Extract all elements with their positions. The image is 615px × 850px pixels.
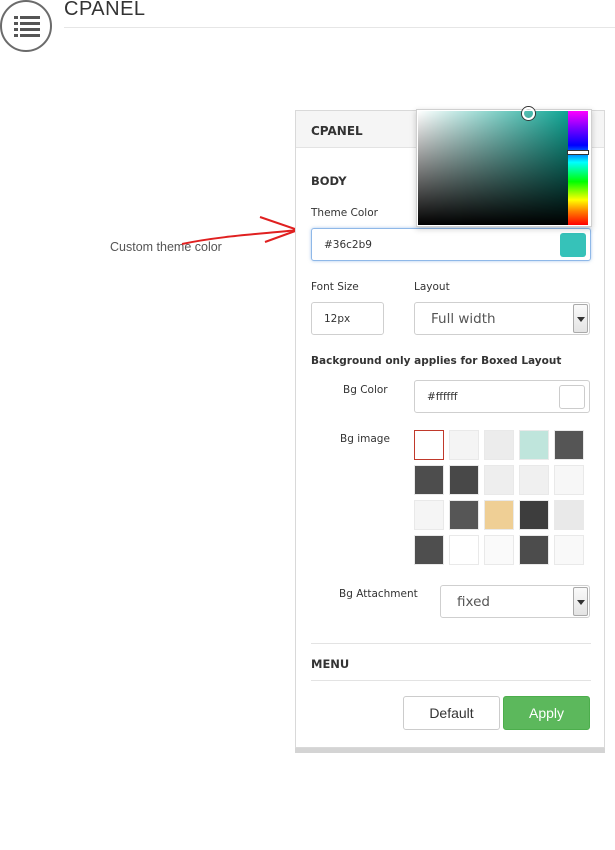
theme-color-input[interactable]: #36c2b9	[311, 228, 591, 261]
chevron-down-icon[interactable]	[573, 304, 588, 333]
theme-color-swatch[interactable]	[560, 233, 586, 257]
bg-image-tile[interactable]	[554, 500, 584, 530]
bg-image-tile[interactable]	[449, 465, 479, 495]
font-size-input[interactable]: 12px	[311, 302, 384, 335]
hue-marker[interactable]	[567, 150, 589, 155]
body-heading: BODY	[311, 174, 347, 188]
layout-label: Layout	[414, 281, 450, 293]
theme-color-value: #36c2b9	[324, 238, 372, 251]
theme-color-label: Theme Color	[311, 207, 378, 219]
arrow-annotation-icon	[181, 216, 302, 245]
bg-image-tile[interactable]	[414, 430, 444, 460]
hue-slider[interactable]	[567, 111, 589, 225]
bg-image-tile[interactable]	[519, 535, 549, 565]
saturation-value-area[interactable]	[418, 107, 568, 225]
bg-image-tile[interactable]	[414, 500, 444, 530]
menu-heading[interactable]: MENU	[311, 657, 349, 671]
chevron-down-icon[interactable]	[573, 587, 588, 616]
color-handle[interactable]	[522, 107, 535, 120]
bg-color-label: Bg Color	[343, 384, 388, 396]
bg-attachment-label: Bg Attachment	[339, 588, 418, 600]
page-title: CPANEL	[64, 0, 146, 20]
divider	[311, 643, 591, 644]
bg-image-tile[interactable]	[519, 500, 549, 530]
bg-image-tile[interactable]	[449, 500, 479, 530]
bg-image-tile[interactable]	[554, 465, 584, 495]
bg-attachment-select[interactable]: fixed	[440, 585, 590, 618]
bg-color-input[interactable]: #ffffff	[414, 380, 590, 413]
bg-image-tile[interactable]	[449, 535, 479, 565]
bg-image-tile[interactable]	[414, 465, 444, 495]
bg-image-tile[interactable]	[414, 535, 444, 565]
bg-image-tile[interactable]	[484, 535, 514, 565]
bg-color-value: #ffffff	[427, 390, 458, 403]
background-note: Background only applies for Boxed Layout	[311, 355, 562, 367]
divider	[311, 680, 591, 681]
panel-title: CPANEL	[311, 124, 363, 138]
bg-image-label: Bg image	[340, 433, 390, 445]
bg-image-tile[interactable]	[554, 430, 584, 460]
font-size-value: 12px	[324, 312, 351, 325]
bg-image-tile[interactable]	[484, 465, 514, 495]
default-button[interactable]: Default	[403, 696, 500, 730]
list-icon	[14, 16, 40, 37]
menu-toggle-button[interactable]	[0, 0, 52, 52]
layout-select[interactable]: Full width	[414, 302, 590, 335]
color-picker-popup	[416, 107, 592, 227]
bg-color-swatch[interactable]	[559, 385, 585, 409]
bg-image-tile[interactable]	[484, 430, 514, 460]
layout-value: Full width	[431, 310, 496, 327]
bg-image-tile[interactable]	[519, 430, 549, 460]
bg-image-tile[interactable]	[449, 430, 479, 460]
bg-image-tile[interactable]	[519, 465, 549, 495]
bg-attachment-value: fixed	[457, 593, 490, 610]
bg-image-tile[interactable]	[554, 535, 584, 565]
bg-image-tile[interactable]	[484, 500, 514, 530]
font-size-label: Font Size	[311, 281, 359, 293]
title-divider	[64, 27, 615, 28]
apply-button[interactable]: Apply	[503, 696, 590, 730]
